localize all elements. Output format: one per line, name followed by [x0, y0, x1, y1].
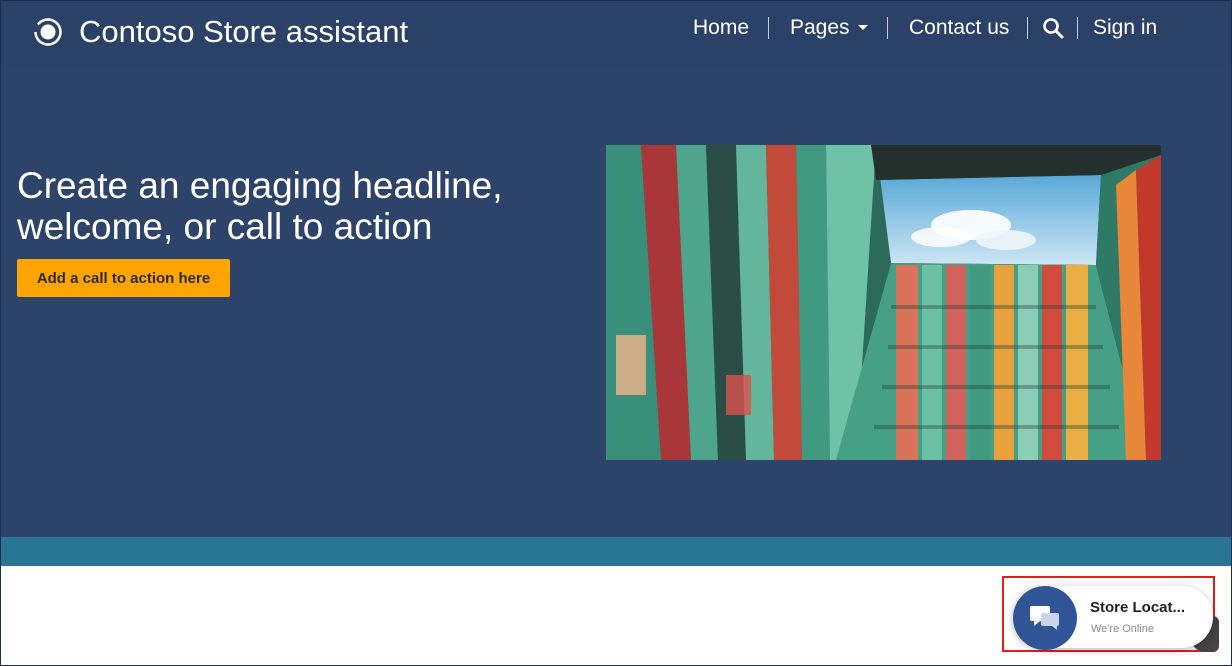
- nav-pages[interactable]: Pages: [790, 15, 850, 41]
- hero-image: [606, 145, 1161, 460]
- accent-strip: [1, 537, 1231, 566]
- search-icon[interactable]: [1042, 17, 1064, 39]
- nav-divider: [887, 17, 888, 39]
- chat-launcher-button[interactable]: [1013, 586, 1077, 650]
- nav-sign-in[interactable]: Sign in: [1093, 15, 1157, 41]
- nav-home[interactable]: Home: [693, 15, 749, 41]
- nav-divider: [1077, 17, 1078, 39]
- brand-title[interactable]: Contoso Store assistant: [79, 13, 408, 51]
- headline-line-2: welcome, or call to action: [17, 206, 433, 247]
- page-frame: Contoso Store assistant Home Pages Conta…: [0, 0, 1232, 666]
- brand-logo-icon[interactable]: [33, 17, 63, 47]
- headline-line-1: Create an engaging headline,: [17, 165, 503, 206]
- hero-headline: Create an engaging headline, welcome, or…: [17, 165, 577, 247]
- hero-section: Contoso Store assistant Home Pages Conta…: [1, 1, 1231, 537]
- chat-widget[interactable]: Store Locat... We're Online: [1013, 586, 1213, 650]
- chat-widget-status: We're Online: [1091, 623, 1155, 635]
- chevron-down-icon[interactable]: [858, 25, 868, 30]
- chat-widget-title: Store Locat...: [1090, 599, 1186, 616]
- nav-divider: [1027, 17, 1028, 39]
- top-navbar: Contoso Store assistant Home Pages Conta…: [1, 1, 1231, 65]
- nav-contact-us[interactable]: Contact us: [909, 15, 1009, 41]
- call-to-action-button[interactable]: Add a call to action here: [17, 259, 230, 297]
- chat-bubbles-icon: [1030, 606, 1059, 630]
- nav-divider: [768, 17, 769, 39]
